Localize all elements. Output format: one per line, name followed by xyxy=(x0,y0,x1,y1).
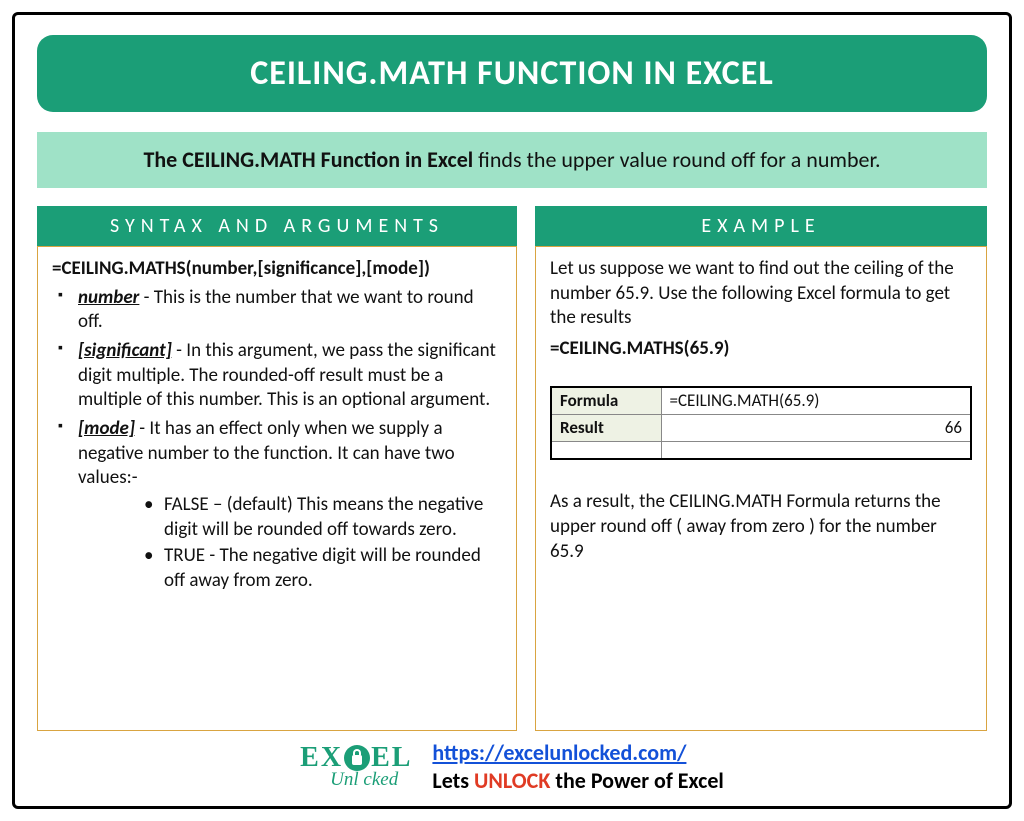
example-formula: =CEILING.MATHS(65.9) xyxy=(550,337,972,362)
footer: EX EL Unl cked https://excelunlocked.com… xyxy=(37,739,987,794)
footer-text: https://excelunlocked.com/ Lets UNLOCK t… xyxy=(432,739,723,794)
arg-name: number xyxy=(78,286,139,309)
cell-formula-label: Formula xyxy=(551,387,661,415)
page-title: CEILING.MATH FUNCTION IN EXCEL xyxy=(37,35,987,112)
cell-formula-value: =CEILING.MATH(65.9) xyxy=(661,387,971,415)
mode-value-item: TRUE - The negative digit will be rounde… xyxy=(144,544,502,593)
table-row: Formula =CEILING.MATH(65.9) xyxy=(551,387,971,415)
brand-logo: EX EL Unl cked xyxy=(300,744,412,789)
result-table: Formula =CEILING.MATH(65.9) Result 66 xyxy=(550,386,972,461)
example-column: EXAMPLE Let us suppose we want to find o… xyxy=(535,206,987,731)
cell-result-label: Result xyxy=(551,414,661,441)
mode-sublist: FALSE – (default) This means the negativ… xyxy=(78,493,502,594)
example-body: Let us suppose we want to find out the c… xyxy=(535,246,987,731)
footer-link[interactable]: https://excelunlocked.com/ xyxy=(432,739,686,766)
argument-list: number - This is the number that we want… xyxy=(52,286,502,594)
arg-item: [significant] - In this argument, we pas… xyxy=(58,339,502,413)
logo-text-right: EL xyxy=(371,744,412,772)
intro-banner: The CEILING.MATH Function in Excel finds… xyxy=(37,132,987,188)
lock-icon xyxy=(344,745,370,771)
logo-top-line: EX EL xyxy=(300,744,412,772)
example-intro-text: Let us suppose we want to find out the c… xyxy=(550,257,972,331)
syntax-header: SYNTAX AND ARGUMENTS xyxy=(37,206,517,246)
example-header: EXAMPLE xyxy=(535,206,987,246)
example-result-text: As a result, the CEILING.MATH Formula re… xyxy=(550,490,972,564)
cell-result-value: 66 xyxy=(661,414,971,441)
intro-rest: finds the upper value round off for a nu… xyxy=(473,146,880,173)
table-row-empty xyxy=(551,441,971,459)
arg-item: number - This is the number that we want… xyxy=(58,286,502,335)
arg-desc: - It has an effect only when we supply a… xyxy=(78,417,455,489)
tagline-em: UNLOCK xyxy=(474,767,550,794)
arg-name: [significant] xyxy=(78,339,172,362)
tagline-post: the Power of Excel xyxy=(550,767,723,794)
empty-cell xyxy=(551,441,661,459)
table-row: Result 66 xyxy=(551,414,971,441)
logo-text-left: EX xyxy=(300,744,343,772)
arg-name: [mode] xyxy=(78,417,135,440)
mode-value-item: FALSE – (default) This means the negativ… xyxy=(144,493,502,542)
logo-bottom-line: Unl cked xyxy=(330,770,398,789)
columns: SYNTAX AND ARGUMENTS =CEILING.MATHS(numb… xyxy=(37,206,987,731)
syntax-formula: =CEILING.MATHS(number,[significance],[mo… xyxy=(52,257,502,282)
intro-bold: The CEILING.MATH Function in Excel xyxy=(143,146,473,173)
tagline-pre: Lets xyxy=(432,767,474,794)
syntax-body: =CEILING.MATHS(number,[significance],[mo… xyxy=(37,246,517,731)
lock-body-icon xyxy=(352,755,362,765)
document-page: CEILING.MATH FUNCTION IN EXCEL The CEILI… xyxy=(12,12,1012,809)
empty-cell xyxy=(661,441,971,459)
syntax-column: SYNTAX AND ARGUMENTS =CEILING.MATHS(numb… xyxy=(37,206,517,731)
logo-text-col: EX EL Unl cked xyxy=(300,744,412,789)
arg-item: [mode] - It has an effect only when we s… xyxy=(58,417,502,594)
